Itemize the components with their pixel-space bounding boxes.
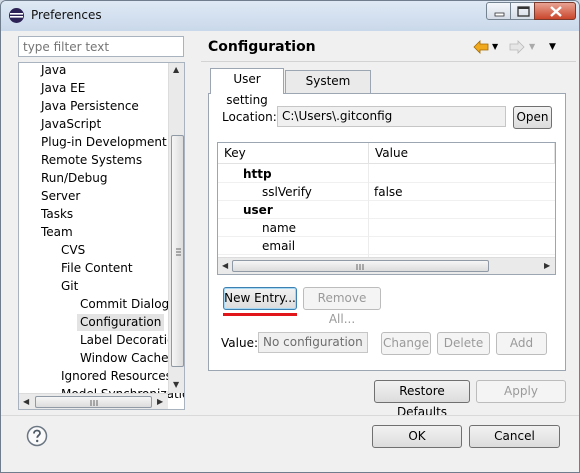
row-key: name — [262, 221, 297, 235]
column-header-key[interactable]: Key — [218, 143, 369, 164]
scroll-right-icon[interactable]: ▶ — [544, 262, 550, 270]
tree-item[interactable]: Remote Systems — [41, 152, 142, 169]
preferences-window: Preferences JavaJava EEJava PersistenceJ… — [0, 0, 580, 473]
tree-item[interactable]: File Content — [61, 260, 133, 277]
tab-label: User setting — [226, 72, 268, 107]
column-header-value[interactable]: Value — [369, 143, 555, 164]
scroll-up-icon[interactable]: ▲ — [173, 66, 179, 74]
column-separator — [368, 164, 369, 257]
minimize-button[interactable] — [486, 2, 511, 20]
tree-item[interactable]: Configuration — [77, 314, 165, 331]
table-row[interactable]: name — [218, 219, 555, 237]
scroll-left-icon[interactable]: ◀ — [23, 398, 29, 406]
table-horizontal-scrollbar[interactable]: ◀ ▶ — [218, 257, 555, 274]
scroll-left-icon[interactable]: ◀ — [222, 262, 228, 270]
back-history-chevron-icon[interactable]: ▼ — [492, 38, 498, 56]
highlight-underline — [223, 313, 297, 316]
title-bar[interactable]: Preferences — [1, 1, 579, 31]
restore-defaults-button[interactable]: Restore Defaults — [374, 380, 470, 419]
row-key: sslVerify — [262, 185, 312, 199]
close-window-button[interactable] — [534, 2, 576, 20]
tree-item[interactable]: Git — [61, 278, 78, 295]
ok-button[interactable]: OK — [372, 425, 462, 448]
row-key: user — [243, 203, 273, 217]
row-key: email — [262, 239, 296, 253]
table-row[interactable]: email — [218, 237, 555, 255]
scroll-down-icon[interactable]: ▼ — [173, 381, 179, 389]
table-row[interactable]: user — [218, 201, 555, 219]
forward-history-chevron-icon[interactable]: ▼ — [529, 38, 535, 56]
tree-horizontal-scrollbar[interactable]: ◀ ▶ — [19, 393, 168, 409]
tree-item[interactable]: Tasks — [41, 206, 73, 223]
preference-tree[interactable]: Java Java EE Java Persistence JavaScript Plu… — [18, 62, 185, 410]
value-field[interactable]: No configuration entry selected — [258, 332, 368, 353]
tree-item[interactable]: Commit Dialog — [80, 296, 169, 313]
grip-icon — [90, 400, 98, 406]
location-field: C:\Users\.gitconfig — [277, 106, 506, 127]
window-title: Preferences — [31, 8, 102, 22]
filter-input[interactable] — [18, 36, 184, 57]
tree-vertical-scroll-thumb[interactable] — [171, 135, 184, 367]
close-icon — [550, 6, 562, 17]
footer-separator — [1, 415, 579, 416]
tree-item[interactable]: Java Persistence — [41, 98, 139, 115]
table-row[interactable]: http — [218, 165, 555, 183]
tree-item[interactable]: Label Decoration — [80, 332, 182, 349]
tree-item[interactable]: Ignored Resources — [61, 368, 172, 385]
header-separator — [201, 61, 576, 62]
tree-item[interactable]: Server — [41, 188, 80, 205]
tree-item[interactable]: Run/Debug — [41, 170, 108, 187]
delete-button[interactable]: Delete — [437, 332, 490, 355]
remove-all-button[interactable]: Remove All... — [303, 287, 381, 326]
tree-item[interactable]: Plug-in Development — [41, 134, 167, 151]
table-row[interactable]: sslVerify false — [218, 183, 555, 201]
cancel-button[interactable]: Cancel — [469, 425, 560, 448]
add-button[interactable]: Add — [496, 332, 547, 355]
tree-item[interactable]: Window Cache — [80, 350, 168, 367]
page-title: Configuration — [208, 39, 316, 55]
tree-item[interactable]: CVS — [61, 242, 85, 259]
row-key: http — [243, 167, 272, 181]
maximize-button[interactable] — [510, 2, 535, 20]
config-table[interactable]: Key Value http sslVerify false user name emai… — [217, 142, 556, 275]
tree-horizontal-scroll-thumb[interactable] — [35, 396, 152, 408]
minimize-icon — [494, 12, 505, 17]
location-label: Location: — [222, 110, 277, 124]
scroll-right-icon[interactable]: ▶ — [157, 398, 163, 406]
tree-item[interactable]: Team — [41, 224, 73, 241]
tab-user-setting[interactable]: User setting — [210, 68, 284, 107]
eclipse-app-icon — [9, 8, 24, 23]
tree-vertical-scrollbar[interactable]: ▲ ▼ — [168, 63, 184, 393]
apply-button[interactable]: Apply — [476, 380, 566, 403]
tree-item[interactable]: Java — [41, 63, 66, 79]
maximize-icon — [517, 6, 530, 17]
view-menu-icon[interactable]: ▼ — [549, 38, 556, 56]
tab-system-setting[interactable]: System setting — [285, 70, 371, 109]
grip-icon — [356, 264, 364, 270]
grip-icon — [176, 248, 181, 256]
open-button[interactable]: Open — [513, 106, 552, 129]
back-arrow-icon[interactable] — [473, 40, 489, 54]
row-value: false — [374, 185, 403, 199]
change-button[interactable]: Change — [381, 332, 431, 355]
new-entry-button[interactable]: New Entry... — [223, 287, 297, 310]
help-icon[interactable] — [26, 425, 48, 447]
value-label: Value: — [221, 336, 258, 350]
table-horizontal-scroll-thumb[interactable] — [232, 260, 489, 272]
tree-item[interactable]: JavaScript — [41, 116, 101, 133]
forward-arrow-icon[interactable] — [509, 40, 525, 54]
tree-item[interactable]: Java EE — [41, 80, 85, 97]
